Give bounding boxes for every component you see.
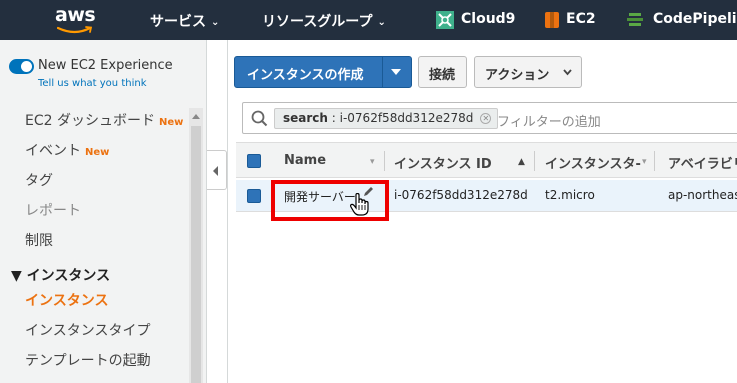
chevron-down-icon[interactable] [391,69,401,75]
column-separator[interactable] [534,151,535,171]
sidebar-item-label: イベント [25,143,81,159]
chevron-left-icon [213,166,218,176]
column-header-name[interactable]: Name [284,153,326,168]
aws-smile-icon [57,26,93,34]
table-header: Name ▾ インスタンス ID ▲ インスタンスタ- ▾ アベイラビリ [236,142,737,178]
top-navigation-bar: aws サービス ⌄ リソースグループ ⌄ Cloud9 EC2 CodePipel… [0,0,737,40]
aws-logo-text: aws [55,4,96,26]
toggle-knob [21,61,32,72]
resource-groups-label: リソースグループ [262,14,373,30]
ec2-icon [545,12,559,28]
instance-id-cell[interactable]: i-0762f58dd312e278d [394,188,528,202]
new-experience-title: New EC2 Experience [38,58,173,73]
new-experience-toggle[interactable] [9,59,34,74]
sort-icon[interactable]: ▾ [642,157,647,167]
divider [227,40,228,383]
sidebar-section-instances[interactable]: ▼ インスタンス [11,265,110,285]
sidebar-item-ec2-dashboard[interactable]: EC2 ダッシュボード New [25,110,183,130]
close-icon[interactable]: ✕ [480,113,492,124]
filter-bar[interactable]: search : i-0762f58dd312e278d ✕ フィルターの追加 [242,102,737,134]
sidebar: New EC2 Experience Tell us what you thin… [0,40,207,383]
actions-button[interactable]: アクション [474,56,582,88]
column-separator[interactable] [654,151,655,171]
connect-button[interactable]: 接続 [418,56,467,88]
sidebar-item-reports[interactable]: レポート [25,200,81,220]
column-header-availability-zone[interactable]: アベイラビリ [668,153,737,172]
cloud9-icon [436,11,454,29]
aws-logo[interactable]: aws [55,4,99,36]
launch-instance-button[interactable]: インスタンスの作成 [234,56,412,88]
services-label: サービス [150,14,206,30]
button-split-divider [382,57,383,87]
sidebar-item-label: EC2 ダッシュボード [25,113,155,129]
filter-chip-value: : i-0762f58dd312e278d [327,111,474,125]
row-checkbox[interactable] [247,189,261,203]
pinned-cloud9-link[interactable]: Cloud9 [461,11,515,27]
new-badge: New [85,147,110,158]
connect-label: 接続 [429,68,456,83]
sidebar-item-events[interactable]: イベント New [25,140,109,160]
new-badge: New [158,117,184,128]
sidebar-item-launch-templates[interactable]: テンプレートの起動 [25,350,151,370]
launch-instance-label: インスタンスの作成 [247,68,364,83]
hand-cursor-icon [350,193,369,216]
select-all-checkbox[interactable] [247,154,261,168]
instance-type-cell: t2.micro [545,188,595,202]
add-filter-placeholder[interactable]: フィルターの追加 [497,111,601,130]
chevron-down-icon: ⌄ [211,17,220,28]
feedback-link[interactable]: Tell us what you think [38,78,147,89]
sidebar-item-instance-types[interactable]: インスタンスタイプ [25,320,150,340]
sort-icon[interactable]: ▾ [370,157,375,167]
instance-name-cell[interactable]: 開発サーバー [284,188,356,205]
chevron-down-icon [563,69,572,76]
column-header-instance-id[interactable]: インスタンス ID [394,153,492,172]
scroll-up-arrow-icon[interactable] [192,114,200,119]
filter-chip[interactable]: search : i-0762f58dd312e278d ✕ [274,108,499,129]
scrollbar-thumb[interactable] [191,126,201,383]
search-icon [251,110,268,127]
resource-groups-menu[interactable]: リソースグループ ⌄ [262,11,386,31]
column-header-instance-type[interactable]: インスタンスタ- [545,153,641,172]
actions-label: アクション [485,68,550,83]
sidebar-scrollbar[interactable] [189,108,203,383]
sidebar-item-tags[interactable]: タグ [25,170,53,190]
chevron-down-icon: ⌄ [377,17,386,28]
pinned-ec2-link[interactable]: EC2 [566,11,596,27]
services-menu[interactable]: サービス ⌄ [150,11,219,31]
sidebar-item-limits[interactable]: 制限 [25,230,53,250]
table-row[interactable]: 開発サーバー i-0762f58dd312e278d t2.micro ap-n… [236,180,737,212]
column-separator[interactable] [384,151,385,171]
sidebar-item-instances[interactable]: インスタンス [25,290,108,310]
filter-chip-key: search [283,111,328,125]
codepipeline-icon [627,13,643,26]
pinned-codepipeline-link[interactable]: CodePipelin [653,11,737,27]
sort-ascending-icon[interactable]: ▲ [518,157,525,167]
availability-zone-cell: ap-northeast [668,188,737,202]
sidebar-collapse-button[interactable] [207,150,227,190]
